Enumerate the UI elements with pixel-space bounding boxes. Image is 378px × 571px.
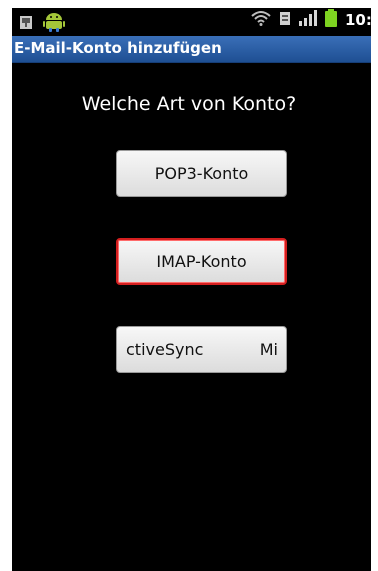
exchange-activesync-button[interactable]: ctiveSync Mi <box>116 326 287 373</box>
app-title-bar: E-Mail-Konto hinzufügen <box>12 36 371 63</box>
exchange-label-right: Mi <box>259 340 278 359</box>
imap-account-button[interactable]: IMAP-Konto <box>116 238 287 285</box>
data-transfer-icon <box>279 10 291 30</box>
pop3-account-button[interactable]: POP3-Konto <box>116 150 287 197</box>
battery-icon <box>325 9 337 31</box>
exchange-label-left: ctiveSync <box>126 340 204 359</box>
account-type-question: Welche Art von Konto? <box>81 93 297 115</box>
wifi-icon <box>251 10 271 30</box>
page-title: E-Mail-Konto hinzufügen <box>14 39 222 57</box>
status-bar: 10:1 <box>12 8 371 32</box>
status-right-icons: 10:1 <box>251 8 371 32</box>
signal-icon <box>299 10 317 30</box>
imap-account-label: IMAP-Konto <box>156 252 247 271</box>
status-left-icons <box>20 10 66 32</box>
status-time: 10:1 <box>345 11 371 29</box>
android-icon <box>42 10 66 32</box>
sd-card-icon <box>20 14 32 29</box>
pop3-account-label: POP3-Konto <box>154 164 249 183</box>
